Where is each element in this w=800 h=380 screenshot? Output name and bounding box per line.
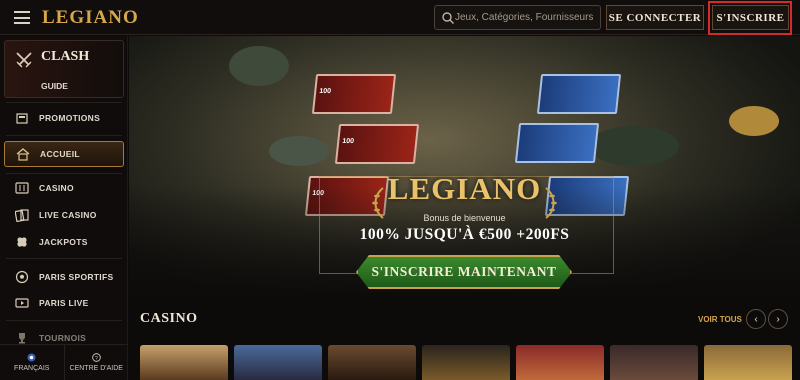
signup-now-button[interactable]: S'INSCRIRE MAINTENANT: [356, 255, 572, 289]
flag-icon: [27, 353, 36, 362]
search-box[interactable]: [434, 5, 601, 30]
game-thumbnail[interactable]: [704, 345, 792, 380]
unit-card-red: 100: [311, 74, 397, 114]
game-thumbnail[interactable]: [422, 345, 510, 380]
crossed-swords-icon: [16, 52, 32, 68]
divider: [6, 173, 122, 174]
sidebar-item-label: PARIS SPORTIFS: [39, 272, 114, 282]
card-value: 100: [318, 88, 332, 95]
unit-card-blue: [514, 123, 600, 163]
help-center-link[interactable]: ? CENTRE D'AIDE: [63, 345, 129, 380]
slot-machine-icon: [14, 180, 30, 196]
home-icon: [15, 146, 31, 162]
sidebar-item-label: PARIS LIVE: [39, 298, 89, 308]
menu-icon[interactable]: [14, 11, 30, 24]
signup-button[interactable]: S'INSCRIRE: [712, 5, 789, 30]
hero-subtitle: Bonus de bienvenue: [423, 213, 506, 223]
divider: [6, 258, 122, 259]
clover-icon: [14, 234, 30, 250]
sidebar-item-label: CASINO: [39, 183, 74, 193]
chevron-right-icon: ›: [776, 313, 780, 325]
game-thumbnail[interactable]: [328, 345, 416, 380]
casino-game-row: [140, 345, 800, 380]
sidebar-item-jackpots[interactable]: JACKPOTS: [4, 230, 124, 254]
site-logo[interactable]: LEGIANO: [42, 7, 139, 29]
game-thumbnail[interactable]: [516, 345, 604, 380]
scenery-treasure: [729, 106, 779, 136]
sidebar-item-label: TOURNOIS: [39, 333, 87, 343]
sidebar-item-casino[interactable]: CASINO: [4, 176, 124, 200]
sidebar-item-promotions[interactable]: PROMOTIONS: [4, 106, 124, 130]
sidebar-item-paris-sportifs[interactable]: PARIS SPORTIFS: [4, 265, 124, 289]
next-button[interactable]: ›: [768, 309, 788, 329]
login-button[interactable]: SE CONNECTER: [606, 5, 704, 30]
divider: [6, 102, 122, 103]
casino-section-title: CASINO: [140, 311, 198, 326]
scenery-rocks: [269, 136, 329, 166]
scenery-foliage: [589, 126, 679, 166]
help-label: CENTRE D'AIDE: [69, 365, 123, 372]
sidebar-item-label: PROMOTIONS: [39, 113, 101, 123]
sidebar-item-label: JACKPOTS: [39, 237, 88, 247]
help-icon: ?: [91, 353, 101, 362]
sidebar-item-label: LIVE CASINO: [39, 210, 97, 220]
sidebar-item-accueil[interactable]: ACCUEIL: [4, 141, 124, 167]
clash-banner[interactable]: CLASH GUIDE: [4, 40, 124, 98]
football-icon: [14, 269, 30, 285]
sidebar-item-paris-live[interactable]: PARIS LIVE: [4, 291, 124, 315]
hero-offer: 100% JUSQU'À €500 +200FS: [359, 226, 570, 243]
svg-text:?: ?: [95, 356, 98, 362]
divider: [6, 320, 122, 321]
see-all-link[interactable]: VOIR TOUS: [698, 315, 742, 324]
top-header: LEGIANO SE CONNECTER S'INSCRIRE: [0, 0, 800, 35]
sidebar: CLASH GUIDE PROMOTIONS ACCUEIL CASINO LI…: [0, 36, 128, 380]
clash-title: CLASH: [41, 49, 90, 64]
search-icon: [442, 12, 454, 24]
hero-banner[interactable]: 100 100 100 LEGIANO Bonus de bienvenue 1…: [129, 36, 800, 296]
unit-card-blue: [536, 74, 622, 114]
live-icon: [14, 295, 30, 311]
scenery-foliage: [229, 46, 289, 86]
sidebar-item-live-casino[interactable]: LIVE CASINO: [4, 203, 124, 227]
language-selector[interactable]: FRANÇAIS: [0, 345, 64, 380]
cards-icon: [14, 207, 30, 223]
search-input[interactable]: [455, 8, 599, 27]
hero-logo: LEGIANO: [387, 171, 542, 206]
sidebar-bottom-bar: FRANÇAIS ? CENTRE D'AIDE: [0, 344, 128, 380]
game-thumbnail[interactable]: [234, 345, 322, 380]
language-label: FRANÇAIS: [14, 365, 50, 372]
game-thumbnail[interactable]: [610, 345, 698, 380]
unit-card-red: 100: [334, 124, 420, 164]
prev-button[interactable]: ‹: [746, 309, 766, 329]
clash-guide-link[interactable]: GUIDE: [41, 81, 68, 91]
chevron-left-icon: ‹: [754, 313, 758, 325]
divider: [6, 135, 122, 136]
card-value: 100: [341, 138, 355, 145]
promotions-icon: [14, 110, 30, 126]
game-thumbnail[interactable]: [140, 345, 228, 380]
sidebar-item-label: ACCUEIL: [40, 149, 80, 159]
